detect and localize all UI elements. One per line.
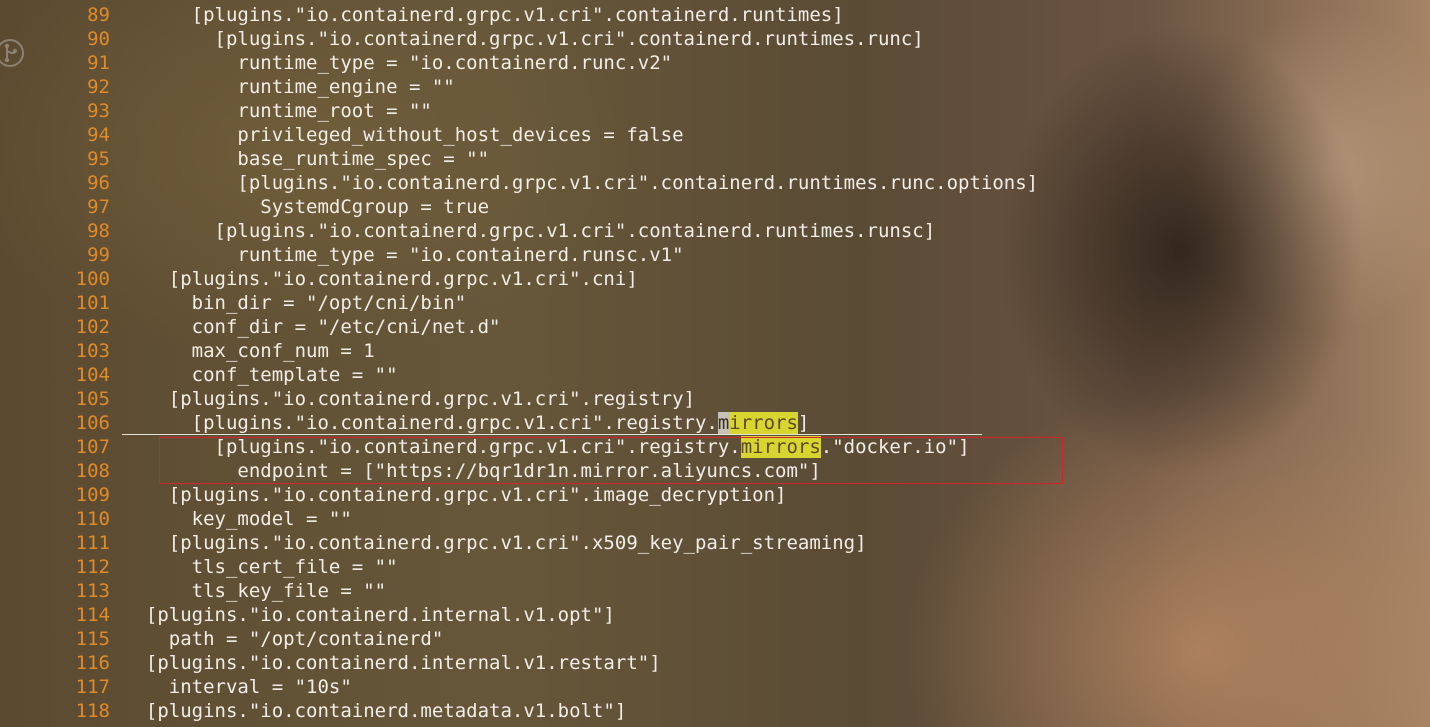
line-number: 106 (75, 412, 110, 434)
code-line[interactable]: 93 runtime_root = "" (0, 99, 1430, 123)
line-text[interactable]: key_model = "" (123, 507, 352, 531)
line-number: 109 (75, 484, 110, 506)
line-number: 115 (75, 628, 110, 650)
line-text[interactable]: [plugins."io.containerd.internal.v1.rest… (123, 651, 661, 675)
code-line[interactable]: 110 key_model = "" (0, 507, 1430, 531)
line-text[interactable]: [plugins."io.containerd.grpc.v1.cri".x50… (123, 531, 867, 555)
line-number: 116 (75, 652, 110, 674)
line-text[interactable]: conf_dir = "/etc/cni/net.d" (123, 315, 501, 339)
line-number: 95 (87, 148, 110, 170)
line-text[interactable]: [plugins."io.containerd.grpc.v1.cri".con… (123, 27, 924, 51)
line-text[interactable]: interval = "10s" (123, 675, 352, 699)
line-text[interactable]: [plugins."io.containerd.grpc.v1.cri".cni… (123, 267, 638, 291)
code-editor[interactable]: 89 [plugins."io.containerd.grpc.v1.cri".… (0, 3, 1430, 723)
line-number: 89 (87, 4, 110, 26)
line-text-before: [plugins."io.containerd.grpc.v1.cri".reg… (123, 412, 718, 434)
line-text[interactable]: runtime_type = "io.containerd.runc.v2" (123, 51, 672, 75)
line-number: 113 (75, 580, 110, 602)
line-text[interactable]: tls_key_file = "" (123, 579, 386, 603)
line-text[interactable]: max_conf_num = 1 (123, 339, 375, 363)
line-text[interactable]: runtime_engine = "" (123, 75, 454, 99)
line-text[interactable]: base_runtime_spec = "" (123, 147, 489, 171)
line-number: 118 (75, 700, 110, 722)
code-line[interactable]: 106 [plugins."io.containerd.grpc.v1.cri"… (0, 411, 1430, 435)
line-number: 114 (75, 604, 110, 626)
code-line[interactable]: 99 runtime_type = "io.containerd.runsc.v… (0, 243, 1430, 267)
code-line[interactable]: 115 path = "/opt/containerd" (0, 627, 1430, 651)
code-line[interactable]: 90 [plugins."io.containerd.grpc.v1.cri".… (0, 27, 1430, 51)
line-number: 112 (75, 556, 110, 578)
line-text[interactable]: path = "/opt/containerd" (123, 627, 444, 651)
cursor-line-underline (122, 434, 982, 435)
search-match-highlight: irrors (729, 412, 798, 434)
line-text[interactable]: [plugins."io.containerd.grpc.v1.cri".reg… (123, 387, 695, 411)
code-line[interactable]: 111 [plugins."io.containerd.grpc.v1.cri"… (0, 531, 1430, 555)
line-number: 117 (75, 676, 110, 698)
code-line[interactable]: 92 runtime_engine = "" (0, 75, 1430, 99)
line-number: 90 (87, 28, 110, 50)
line-number: 91 (87, 52, 110, 74)
line-number: 94 (87, 124, 110, 146)
code-line[interactable]: 100 [plugins."io.containerd.grpc.v1.cri"… (0, 267, 1430, 291)
line-text[interactable]: [plugins."io.containerd.grpc.v1.cri".con… (123, 171, 1038, 195)
code-line[interactable]: 96 [plugins."io.containerd.grpc.v1.cri".… (0, 171, 1430, 195)
code-line[interactable]: 109 [plugins."io.containerd.grpc.v1.cri"… (0, 483, 1430, 507)
code-line[interactable]: 94 privileged_without_host_devices = fal… (0, 123, 1430, 147)
line-number: 92 (87, 76, 110, 98)
line-text[interactable]: SystemdCgroup = true (123, 195, 489, 219)
line-number: 105 (75, 388, 110, 410)
line-text[interactable]: [plugins."io.containerd.metadata.v1.bolt… (123, 699, 626, 723)
code-line[interactable]: 116 [plugins."io.containerd.internal.v1.… (0, 651, 1430, 675)
code-line[interactable]: 103 max_conf_num = 1 (0, 339, 1430, 363)
line-number: 96 (87, 172, 110, 194)
line-text[interactable]: [plugins."io.containerd.internal.v1.opt"… (123, 603, 615, 627)
line-number: 103 (75, 340, 110, 362)
code-line[interactable]: 113 tls_key_file = "" (0, 579, 1430, 603)
line-number: 111 (75, 532, 110, 554)
line-number: 97 (87, 196, 110, 218)
code-line[interactable]: 98 [plugins."io.containerd.grpc.v1.cri".… (0, 219, 1430, 243)
line-number: 102 (75, 316, 110, 338)
line-number: 107 (75, 436, 110, 458)
line-number: 108 (75, 460, 110, 482)
code-line[interactable]: 97 SystemdCgroup = true (0, 195, 1430, 219)
code-line[interactable]: 117 interval = "10s" (0, 675, 1430, 699)
code-line[interactable]: 114 [plugins."io.containerd.internal.v1.… (0, 603, 1430, 627)
line-number: 99 (87, 244, 110, 266)
line-text[interactable]: [plugins."io.containerd.grpc.v1.cri".con… (123, 3, 844, 27)
code-line[interactable]: 102 conf_dir = "/etc/cni/net.d" (0, 315, 1430, 339)
code-line[interactable]: 112 tls_cert_file = "" (0, 555, 1430, 579)
line-number: 98 (87, 220, 110, 242)
line-text[interactable]: privileged_without_host_devices = false (123, 123, 683, 147)
line-text-after: ] (797, 412, 810, 434)
code-line[interactable]: 104 conf_template = "" (0, 363, 1430, 387)
code-line[interactable]: 118 [plugins."io.containerd.metadata.v1.… (0, 699, 1430, 723)
line-text[interactable]: tls_cert_file = "" (123, 555, 398, 579)
code-line[interactable]: 89 [plugins."io.containerd.grpc.v1.cri".… (0, 3, 1430, 27)
line-text[interactable]: bin_dir = "/opt/cni/bin" (123, 291, 467, 315)
code-line[interactable]: 101 bin_dir = "/opt/cni/bin" (0, 291, 1430, 315)
code-line[interactable]: 105 [plugins."io.containerd.grpc.v1.cri"… (0, 387, 1430, 411)
line-number: 100 (75, 268, 110, 290)
line-text[interactable]: runtime_root = "" (123, 99, 431, 123)
line-number: 101 (75, 292, 110, 314)
line-text[interactable]: [plugins."io.containerd.grpc.v1.cri".ima… (123, 483, 787, 507)
line-text[interactable]: [plugins."io.containerd.grpc.v1.cri".con… (123, 219, 936, 243)
line-number: 110 (75, 508, 110, 530)
line-text[interactable]: [plugins."io.containerd.grpc.v1.cri".reg… (123, 411, 809, 435)
code-line[interactable]: 95 base_runtime_spec = "" (0, 147, 1430, 171)
cursor-char: m (717, 412, 730, 434)
line-number: 93 (87, 100, 110, 122)
line-number: 104 (75, 364, 110, 386)
line-text[interactable]: conf_template = "" (123, 363, 398, 387)
line-text[interactable]: runtime_type = "io.containerd.runsc.v1" (123, 243, 683, 267)
annotation-selection-box (159, 437, 1063, 484)
code-line[interactable]: 91 runtime_type = "io.containerd.runc.v2… (0, 51, 1430, 75)
